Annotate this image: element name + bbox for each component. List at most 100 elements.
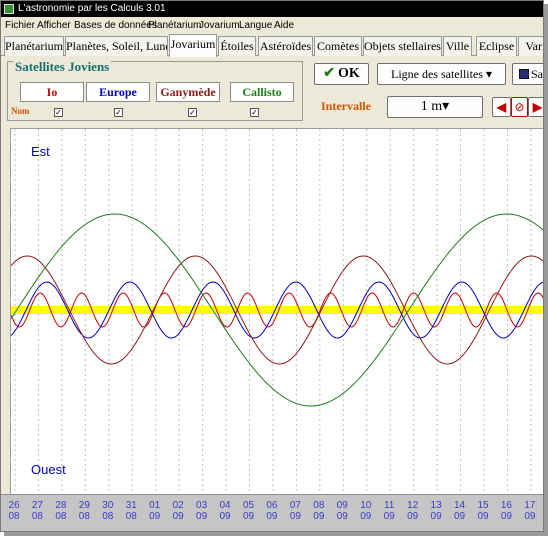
- tab-objets-stellaires[interactable]: Objets stellaires: [363, 36, 442, 56]
- satellite-toggle-io[interactable]: Io: [20, 82, 84, 102]
- date-tick-month: 09: [219, 511, 231, 522]
- date-tick-month: 09: [430, 511, 442, 522]
- satellite-toggle-europe[interactable]: Europe: [86, 82, 150, 102]
- date-tick: 07 09: [285, 500, 305, 522]
- date-tick: 11 09: [379, 500, 399, 522]
- tab-planetes-soleil-lune[interactable]: Planètes, Soleil, Lune: [65, 36, 168, 56]
- date-tick-month: 08: [125, 511, 137, 522]
- date-tick-day: 17: [524, 500, 536, 511]
- menu-item[interactable]: Langue: [239, 18, 272, 33]
- date-tick-day: 13: [430, 500, 442, 511]
- date-tick-month: 09: [149, 511, 161, 522]
- arrow-left-icon: ◀: [496, 100, 507, 114]
- date-tick: 30 08: [98, 500, 118, 522]
- menu-item[interactable]: Afficher: [37, 18, 71, 33]
- date-tick-day: 02: [172, 500, 184, 511]
- chevron-down-icon: ▾: [485, 67, 492, 81]
- tab-jovarium[interactable]: Jovarium: [169, 34, 217, 57]
- show-name-checkbox[interactable]: ✓: [250, 108, 259, 117]
- step-forward-button[interactable]: ▶: [528, 97, 543, 117]
- date-tick-day: 08: [313, 500, 325, 511]
- satellite-lines-dropdown[interactable]: Ligne des satellites ▾: [377, 63, 506, 85]
- date-tick: 29 08: [74, 500, 94, 522]
- ok-button[interactable]: ✔ OK: [314, 63, 369, 85]
- date-tick-month: 08: [31, 511, 43, 522]
- menu-item[interactable]: Planétarium: [148, 18, 201, 33]
- app-icon: [4, 4, 14, 14]
- check-icon: ✔: [323, 66, 335, 81]
- date-tick-month: 09: [266, 511, 278, 522]
- date-tick-day: 14: [453, 500, 466, 511]
- date-tick-month: 09: [336, 511, 348, 522]
- tab-ville[interactable]: Ville: [443, 36, 472, 56]
- west-label: Ouest: [31, 462, 66, 477]
- date-tick-day: 05: [242, 500, 255, 511]
- date-tick-month: 08: [8, 511, 20, 522]
- menu-item[interactable]: Bases de données: [74, 18, 157, 33]
- date-tick: 13 09: [426, 500, 446, 522]
- date-tick-month: 09: [196, 511, 208, 522]
- show-name-checkbox[interactable]: ✓: [54, 108, 63, 117]
- date-tick: 28 08: [51, 500, 71, 522]
- show-name-checkbox[interactable]: ✓: [114, 108, 123, 117]
- step-back-button[interactable]: ◀: [492, 97, 511, 117]
- date-tick-day: 11: [383, 500, 395, 511]
- date-tick-day: 09: [336, 500, 348, 511]
- satellite-lines-label: Ligne des satellites: [390, 67, 483, 81]
- date-tick: 05 09: [239, 500, 259, 522]
- east-label: Est: [31, 144, 50, 159]
- menu-item[interactable]: Aide: [274, 18, 294, 33]
- tab-eclipse[interactable]: Eclipse: [476, 36, 517, 56]
- date-tick-day: 07: [289, 500, 301, 511]
- date-tick-month: 09: [383, 511, 395, 522]
- tab-asteroides[interactable]: Astéroïdes: [258, 36, 313, 56]
- date-tick: 14 09: [450, 500, 470, 522]
- satellite-toggle-callisto[interactable]: Callisto: [230, 82, 294, 102]
- date-tick-day: 10: [360, 500, 372, 511]
- date-tick: 06 09: [262, 500, 282, 522]
- date-tick-day: 04: [219, 500, 231, 511]
- date-tick-day: 28: [55, 500, 67, 511]
- window-title: L'astronomie par les Calculs 3.01: [18, 3, 166, 14]
- date-tick-month: 09: [242, 511, 255, 522]
- date-tick-day: 27: [31, 500, 43, 511]
- date-tick: 09 09: [332, 500, 352, 522]
- menu-item[interactable]: Fichier: [5, 18, 35, 33]
- interval-value: 1 m: [420, 99, 443, 114]
- date-tick-day: 26: [8, 500, 20, 511]
- tab-etoiles[interactable]: Étoiles: [218, 36, 256, 56]
- jovian-satellites-plot: Est Ouest: [10, 128, 543, 494]
- date-tick: 15 09: [473, 500, 493, 522]
- show-name-checkbox[interactable]: ✓: [188, 108, 197, 117]
- tab-planetarium[interactable]: Planétarium: [4, 36, 64, 56]
- date-tick-day: 03: [196, 500, 208, 511]
- tab-bar: Planétarium Planètes, Soleil, Lune Jovariu…: [1, 34, 543, 57]
- date-tick: 31 08: [121, 500, 141, 522]
- title-bar[interactable]: L'astronomie par les Calculs 3.01: [1, 1, 543, 17]
- date-tick-month: 08: [55, 511, 67, 522]
- save-button[interactable]: Sa: [512, 63, 543, 85]
- date-tick-month: 09: [172, 511, 184, 522]
- menu-bar: Fichier Afficher Bases de données Planétari…: [1, 18, 543, 33]
- date-tick-day: 01: [149, 500, 161, 511]
- stop-icon: ⊘: [514, 100, 525, 114]
- app-window: L'astronomie par les Calculs 3.01 Fichie…: [0, 0, 544, 532]
- satellites-panel-title: Satellites Joviens: [13, 59, 112, 75]
- interval-label: Intervalle: [321, 99, 371, 113]
- date-tick: 17 09: [520, 500, 540, 522]
- date-tick-day: 30: [102, 500, 114, 511]
- tab-cometes[interactable]: Comètes: [314, 36, 362, 56]
- date-tick-month: 09: [360, 511, 372, 522]
- date-tick-month: 08: [78, 511, 90, 522]
- satellite-toggle-ganymede[interactable]: Ganymède: [156, 82, 220, 102]
- date-tick: 08 09: [309, 500, 329, 522]
- date-tick-day: 12: [407, 500, 419, 511]
- stop-button[interactable]: ⊘: [511, 97, 528, 117]
- date-tick: 04 09: [215, 500, 235, 522]
- floppy-icon: [519, 69, 529, 79]
- tab-varia[interactable]: Varia: [518, 36, 543, 56]
- date-tick: 26 08: [4, 500, 24, 522]
- menu-item[interactable]: Jovarium: [199, 18, 240, 33]
- interval-dropdown[interactable]: 1 m▾: [387, 96, 483, 118]
- date-tick-month: 09: [313, 511, 325, 522]
